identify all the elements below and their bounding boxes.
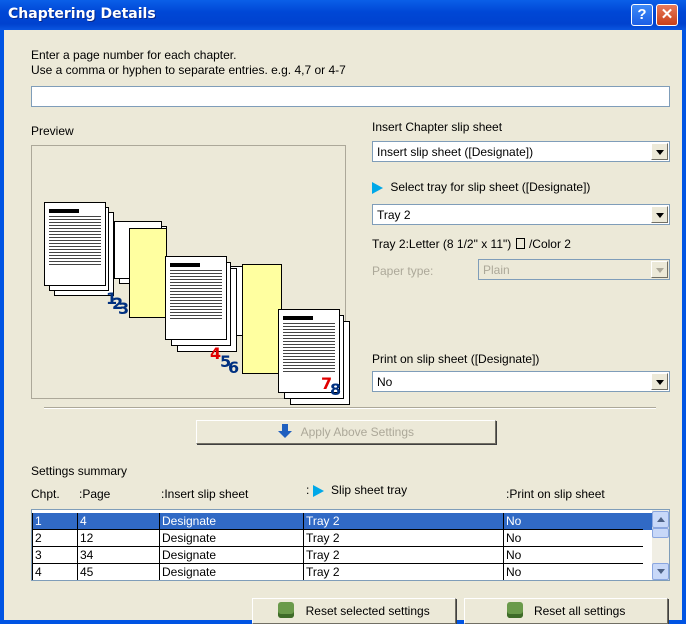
chevron-down-icon[interactable] bbox=[651, 261, 668, 278]
chevron-down-icon[interactable] bbox=[651, 373, 668, 390]
preview-digit-3: 3 bbox=[118, 299, 130, 318]
print-slip-dropdown[interactable]: No bbox=[372, 371, 670, 392]
reset-selected-button[interactable]: Reset selected settings bbox=[252, 598, 456, 624]
col-header-tray[interactable]: : Slip sheet tray bbox=[306, 483, 407, 497]
instruction-line-2: Use a comma or hyphen to separate entrie… bbox=[31, 63, 346, 77]
cell-insert: Designate bbox=[159, 513, 303, 530]
cell-print: No bbox=[503, 547, 643, 564]
col-header-page[interactable]: :Page bbox=[79, 487, 110, 501]
cell-print: No bbox=[503, 564, 643, 580]
preview-panel: 1 2 3 4 5 6 7 8 bbox=[31, 145, 350, 405]
chevron-down-icon[interactable] bbox=[651, 143, 668, 160]
tray-label-row: Select tray for slip sheet ([Designate]) bbox=[372, 180, 590, 194]
paper-type-label: Paper type: bbox=[372, 264, 434, 278]
preview-digit-8: 8 bbox=[330, 380, 342, 399]
paper-type-value: Plain bbox=[483, 263, 510, 277]
preview-page bbox=[44, 202, 106, 286]
play-arrow-icon bbox=[312, 484, 324, 497]
col-header-tray-label: Slip sheet tray bbox=[331, 483, 408, 497]
cell-tray: Tray 2 bbox=[303, 564, 503, 580]
scroll-thumb[interactable] bbox=[652, 528, 669, 538]
recycle-icon bbox=[278, 602, 295, 618]
preview-digit-6: 6 bbox=[228, 358, 240, 377]
cell-insert: Designate bbox=[159, 530, 303, 547]
help-button[interactable]: ? bbox=[631, 4, 653, 26]
cell-page: 12 bbox=[77, 530, 159, 547]
cell-insert: Designate bbox=[159, 564, 303, 580]
apply-settings-button[interactable]: Apply Above Settings bbox=[196, 420, 496, 444]
page-numbers-input[interactable] bbox=[31, 86, 670, 107]
preview-label: Preview bbox=[31, 124, 74, 138]
page-icon bbox=[515, 238, 525, 249]
cell-chpt: 1 bbox=[32, 513, 77, 530]
reset-selected-label: Reset selected settings bbox=[305, 604, 430, 618]
dialog-body: Enter a page number for each chapter. Us… bbox=[4, 30, 682, 624]
reset-all-label: Reset all settings bbox=[533, 604, 626, 618]
cell-print: No bbox=[503, 513, 643, 530]
reset-all-button[interactable]: Reset all settings bbox=[464, 598, 668, 624]
preview-slip-sheet bbox=[242, 264, 282, 374]
chevron-down-icon[interactable] bbox=[651, 206, 668, 223]
preview-slip-sheet bbox=[129, 228, 167, 318]
tray-dropdown[interactable]: Tray 2 bbox=[372, 204, 670, 225]
col-header-tray-prefix: : bbox=[306, 483, 310, 497]
col-header-insert[interactable]: :Insert slip sheet bbox=[161, 487, 248, 501]
cell-tray: Tray 2 bbox=[303, 547, 503, 564]
recycle-icon bbox=[506, 602, 523, 618]
tray-label: Select tray for slip sheet ([Designate]) bbox=[390, 180, 591, 194]
instruction-line-1: Enter a page number for each chapter. bbox=[31, 48, 237, 62]
insert-slip-value: Insert slip sheet ([Designate]) bbox=[377, 145, 534, 159]
print-slip-value: No bbox=[377, 375, 393, 389]
window-title: Chaptering Details bbox=[8, 6, 156, 22]
insert-slip-dropdown[interactable]: Insert slip sheet ([Designate]) bbox=[372, 141, 670, 162]
cell-insert: Designate bbox=[159, 547, 303, 564]
table-row[interactable]: 4 45 Designate Tray 2 No bbox=[32, 564, 669, 580]
tray-info: Tray 2:Letter (8 1/2" x 11") bbox=[372, 237, 512, 251]
cell-chpt: 3 bbox=[32, 547, 77, 564]
table-row[interactable]: 1 4 Designate Tray 2 No bbox=[32, 513, 669, 530]
col-header-chpt[interactable]: Chpt. bbox=[31, 487, 60, 501]
tray-info-row: Tray 2:Letter (8 1/2" x 11") /Color 2 bbox=[372, 237, 571, 251]
table-scrollbar[interactable] bbox=[652, 510, 669, 580]
divider bbox=[44, 407, 656, 409]
insert-slip-label: Insert Chapter slip sheet bbox=[372, 120, 503, 134]
title-bar[interactable]: Chaptering Details ? ✕ bbox=[0, 0, 686, 30]
cell-tray: Tray 2 bbox=[303, 513, 503, 530]
apply-settings-label: Apply Above Settings bbox=[300, 425, 415, 439]
scroll-up-icon[interactable] bbox=[652, 511, 669, 528]
cell-page: 34 bbox=[77, 547, 159, 564]
close-button[interactable]: ✕ bbox=[656, 4, 678, 26]
play-arrow-icon bbox=[372, 181, 383, 194]
paper-type-dropdown[interactable]: Plain bbox=[478, 259, 670, 280]
scroll-down-icon[interactable] bbox=[652, 563, 669, 580]
cell-page: 45 bbox=[77, 564, 159, 580]
cell-chpt: 2 bbox=[32, 530, 77, 547]
table-row[interactable]: 3 34 Designate Tray 2 No bbox=[32, 547, 669, 564]
arrow-down-icon bbox=[277, 424, 292, 438]
table-row[interactable]: 2 12 Designate Tray 2 No bbox=[32, 530, 669, 547]
cell-print: No bbox=[503, 530, 643, 547]
summary-table[interactable]: 1 4 Designate Tray 2 No 2 12 Designate T… bbox=[31, 509, 670, 581]
tray-value: Tray 2 bbox=[377, 208, 411, 222]
preview-page bbox=[165, 256, 227, 340]
dialog-window: Chaptering Details ? ✕ Enter a page numb… bbox=[0, 0, 686, 624]
cell-chpt: 4 bbox=[32, 564, 77, 580]
tray-info-suffix: /Color 2 bbox=[528, 237, 571, 251]
print-slip-label: Print on slip sheet ([Designate]) bbox=[372, 352, 540, 366]
col-header-print[interactable]: :Print on slip sheet bbox=[506, 487, 605, 501]
cell-page: 4 bbox=[77, 513, 159, 530]
summary-label: Settings summary bbox=[31, 464, 128, 478]
cell-tray: Tray 2 bbox=[303, 530, 503, 547]
